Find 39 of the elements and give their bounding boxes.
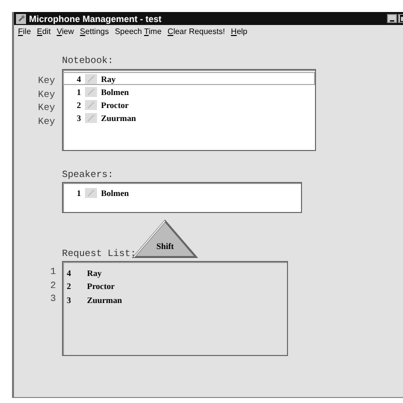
window-title: Microphone Management - test bbox=[29, 14, 163, 24]
list-row[interactable]: 1 Bolmen bbox=[63, 85, 315, 98]
shift-button[interactable]: Shift bbox=[132, 219, 198, 259]
speaker-number: 4 bbox=[76, 74, 82, 84]
menu-item[interactable]: Edit bbox=[36, 27, 51, 36]
menu-item[interactable]: Settings bbox=[80, 27, 109, 36]
key-label: Key bbox=[38, 74, 56, 88]
menu-item[interactable]: File bbox=[18, 27, 31, 36]
speaker-name: Bolmen bbox=[101, 188, 129, 198]
speaker-number: 2 bbox=[76, 100, 82, 110]
speaker-number: 2 bbox=[66, 281, 72, 292]
menu-item[interactable]: Speech Time bbox=[114, 27, 162, 36]
key-label: Key bbox=[38, 114, 56, 128]
list-row[interactable]: 4 Ray bbox=[63, 72, 315, 85]
position-number: 2 bbox=[49, 278, 57, 292]
speaker-name: Proctor bbox=[87, 281, 115, 292]
menu-item[interactable]: Help bbox=[230, 27, 248, 36]
list-row[interactable]: 2 Proctor bbox=[63, 98, 315, 111]
speaker-name: Ray bbox=[101, 74, 116, 84]
speakers-label: Speakers: bbox=[62, 169, 114, 180]
speaker-number: 3 bbox=[66, 294, 72, 305]
speaker-name: Bolmen bbox=[101, 86, 129, 96]
minimize-button[interactable] bbox=[387, 14, 397, 23]
key-label: Key bbox=[38, 101, 56, 114]
speaker-name: Zuurman bbox=[87, 294, 122, 305]
speaker-number: 3 bbox=[76, 112, 82, 122]
key-label: Key bbox=[38, 88, 56, 101]
position-number: 3 bbox=[49, 292, 57, 306]
speaker-name: Ray bbox=[87, 268, 102, 278]
notebook-label: Notebook: bbox=[62, 55, 114, 66]
speaker-number: 1 bbox=[76, 86, 82, 96]
position-number: 1 bbox=[49, 265, 57, 278]
speaker-name: Zuurman bbox=[101, 112, 136, 122]
speaker-name: Proctor bbox=[101, 100, 129, 110]
menu-item[interactable]: View bbox=[56, 27, 74, 36]
menu-item[interactable]: Clear Requests! bbox=[168, 27, 225, 36]
speaker-number: 4 bbox=[66, 268, 72, 278]
speaker-number: 1 bbox=[76, 188, 82, 198]
list-row[interactable]: 3 Zuurman bbox=[63, 111, 315, 124]
